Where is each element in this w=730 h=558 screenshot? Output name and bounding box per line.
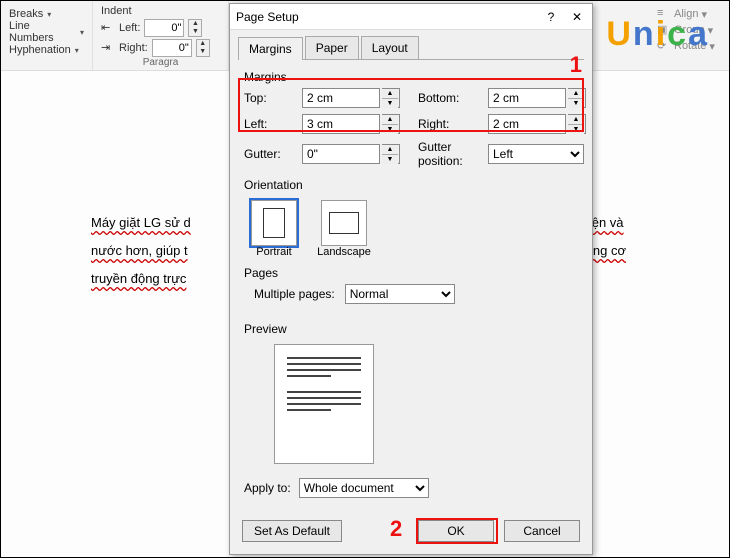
rotate-icon: ⟳	[657, 39, 671, 53]
tab-paper[interactable]: Paper	[305, 36, 359, 59]
right-input[interactable]	[488, 114, 566, 134]
apply-to-select[interactable]: Whole document	[299, 478, 429, 498]
align-menu[interactable]: ≡Align▾	[657, 7, 721, 21]
preview-label: Preview	[244, 322, 578, 336]
gutter-input[interactable]	[302, 144, 380, 164]
indent-left-icon: ⇤	[101, 21, 115, 35]
tab-margins[interactable]: Margins	[238, 37, 303, 60]
gutter-pos-select[interactable]: Left	[488, 144, 584, 164]
orientation-landscape[interactable]: Landscape	[314, 200, 374, 258]
left-label: Left:	[244, 117, 302, 131]
pages-label: Pages	[244, 266, 578, 280]
multiple-pages-select[interactable]: Normal	[345, 284, 455, 304]
group-menu[interactable]: ▣Group▾	[657, 23, 721, 37]
right-stepper[interactable]: ▲▼	[568, 114, 586, 134]
landscape-icon	[329, 212, 359, 234]
left-indent-label: Left:	[119, 22, 140, 34]
paragraph-group-label: Paragra	[93, 57, 228, 68]
orientation-portrait[interactable]: Portrait	[244, 200, 304, 258]
multiple-pages-label: Multiple pages:	[254, 287, 335, 301]
tab-layout[interactable]: Layout	[361, 36, 419, 59]
left-indent-stepper[interactable]: ▲▼	[188, 19, 202, 37]
indent-right-icon: ⇥	[101, 41, 115, 55]
align-icon: ≡	[657, 7, 671, 21]
line-numbers-menu[interactable]: Line Numbers▾	[9, 23, 84, 41]
close-button[interactable]: ✕	[568, 10, 586, 24]
top-label: Top:	[244, 91, 302, 105]
dialog-titlebar[interactable]: Page Setup ? ✕	[230, 4, 592, 30]
left-stepper[interactable]: ▲▼	[382, 114, 400, 134]
bottom-input[interactable]	[488, 88, 566, 108]
page-setup-dialog: Page Setup ? ✕ Margins Paper Layout Marg…	[229, 3, 593, 555]
orientation-label: Orientation	[244, 178, 578, 192]
group-icon: ▣	[657, 23, 671, 37]
cancel-button[interactable]: Cancel	[504, 520, 580, 542]
bottom-stepper[interactable]: ▲▼	[568, 88, 586, 108]
apply-to-label: Apply to:	[244, 481, 291, 495]
gutter-stepper[interactable]: ▲▼	[382, 144, 400, 164]
top-input[interactable]	[302, 88, 380, 108]
left-input[interactable]	[302, 114, 380, 134]
margins-section-label: Margins	[244, 70, 578, 84]
dialog-title: Page Setup	[236, 10, 299, 24]
dialog-tabs: Margins Paper Layout	[238, 36, 584, 60]
bottom-label: Bottom:	[418, 91, 488, 105]
gutter-pos-label: Gutter position:	[418, 140, 488, 168]
help-button[interactable]: ?	[542, 10, 560, 24]
gutter-label: Gutter:	[244, 147, 302, 161]
right-indent-stepper[interactable]: ▲▼	[196, 39, 210, 57]
right-indent-label: Right:	[119, 42, 148, 54]
set-as-default-button[interactable]: Set As Default	[242, 520, 342, 542]
portrait-icon	[263, 208, 285, 238]
left-indent-input[interactable]	[144, 19, 184, 37]
right-indent-input[interactable]	[152, 39, 192, 57]
hyphenation-menu[interactable]: Hyphenation▾	[9, 41, 84, 59]
preview-pane	[274, 344, 374, 464]
indent-label: Indent	[101, 5, 220, 17]
ok-button[interactable]: OK	[418, 520, 494, 542]
top-stepper[interactable]: ▲▼	[382, 88, 400, 108]
rotate-menu[interactable]: ⟳Rotate▾	[657, 39, 721, 53]
right-label: Right:	[418, 117, 488, 131]
